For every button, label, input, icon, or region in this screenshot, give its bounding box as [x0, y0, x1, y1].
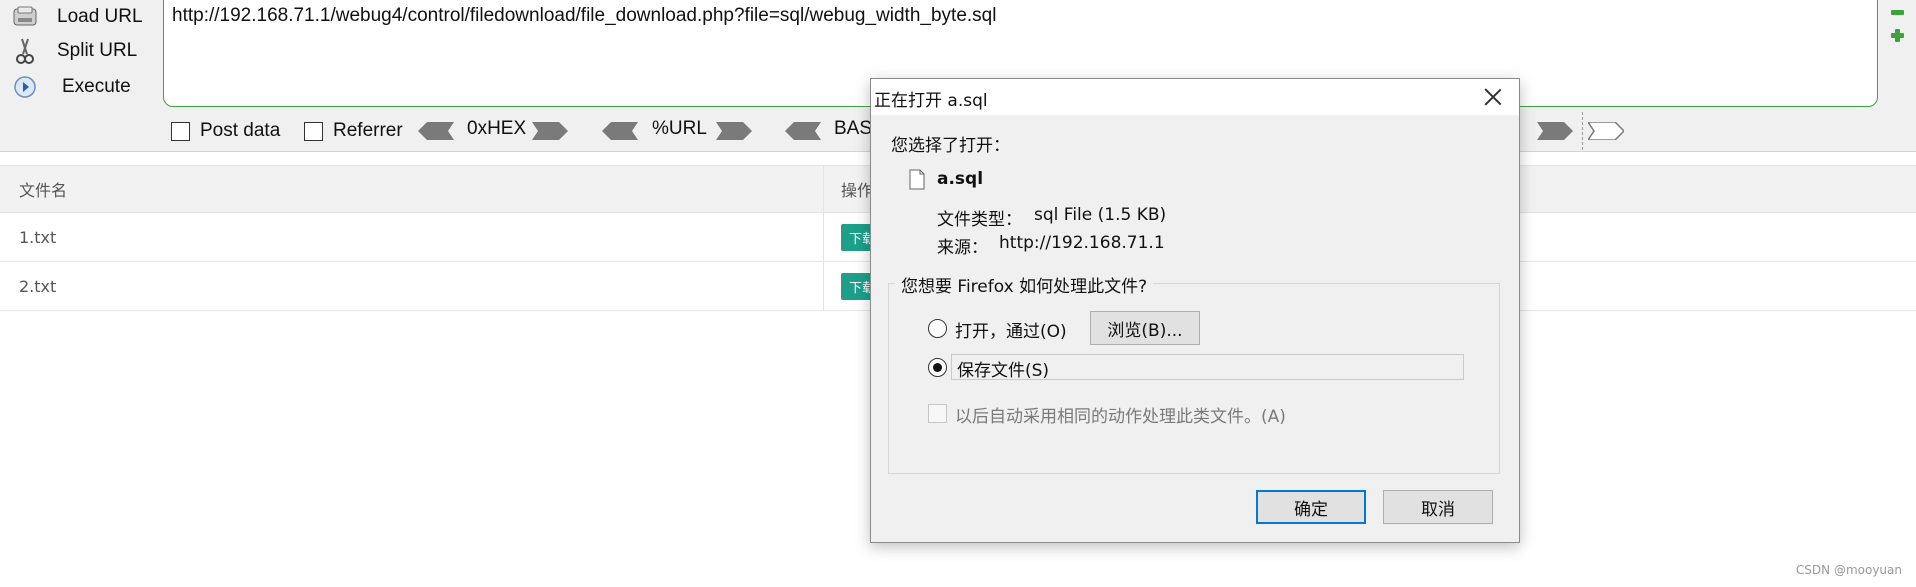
load-url-action[interactable]: Load URL [12, 0, 143, 34]
browse-button[interactable]: 浏览(B)... [1090, 311, 1200, 345]
more-arrow-icon[interactable] [1588, 122, 1624, 140]
post-data-label: Post data [200, 120, 281, 141]
source-value: http://192.168.71.1 [999, 233, 1165, 253]
execute-label: Execute [62, 76, 131, 97]
load-url-label: Load URL [57, 6, 143, 27]
auto-action-label: 以后自动采用相同的动作处理此类文件。(A) [955, 407, 1286, 427]
open-with-label: 打开，通过(O) [955, 322, 1067, 342]
file-icon [909, 169, 925, 190]
load-url-icon [12, 4, 38, 30]
scissors-icon [12, 38, 38, 64]
file-type-label: 文件类型： [937, 210, 1022, 230]
file-type-value: sql File (1.5 KB) [1034, 205, 1167, 225]
action-group-title: 您想要 Firefox 如何处理此文件? [895, 272, 1154, 297]
hex-decode-arrow-icon[interactable] [418, 122, 454, 140]
url-encode-arrow-icon[interactable] [716, 122, 752, 140]
base64-encoder-label: BAS [834, 118, 873, 139]
column-header-filename: 文件名 [19, 181, 68, 200]
dialog-intro-text: 您选择了打开： [891, 136, 1010, 156]
hex-encoder-label: 0xHEX [467, 118, 527, 139]
split-url-action[interactable]: Split URL [12, 34, 137, 68]
dialog-title-bar: 正在打开 a.sql [871, 79, 1519, 115]
referrer-label: Referrer [333, 120, 403, 141]
column-divider [823, 166, 824, 212]
hex-encode-arrow-icon[interactable] [532, 122, 568, 140]
base64-decode-arrow-icon[interactable] [785, 122, 821, 140]
column-header-action: 操作 [841, 181, 874, 200]
save-file-label[interactable]: 保存文件(S) [951, 354, 1464, 381]
url-encoder-label: %URL [652, 118, 707, 139]
open-with-radio[interactable] [928, 319, 947, 338]
encode-arrow-icon[interactable] [1537, 122, 1573, 140]
source-label: 来源： [937, 238, 988, 258]
ok-button[interactable]: 确定 [1256, 490, 1366, 524]
split-url-label: Split URL [57, 40, 138, 61]
column-divider [823, 262, 824, 310]
save-file-radio[interactable] [928, 358, 947, 377]
zoom-controls [1888, 4, 1910, 42]
play-icon [12, 74, 38, 100]
auto-action-checkbox[interactable] [928, 404, 947, 423]
column-divider [823, 213, 824, 261]
post-data-checkbox[interactable] [171, 121, 190, 141]
dialog-title: 正在打开 a.sql [874, 91, 988, 111]
referrer-checkbox[interactable] [304, 121, 323, 141]
file-name-cell: 2.txt [19, 276, 57, 296]
download-dialog: 正在打开 a.sql 您选择了打开： a.sql 文件类型： sql File … [870, 78, 1520, 543]
zoom-out-icon[interactable] [1891, 10, 1904, 15]
cancel-button[interactable]: 取消 [1383, 490, 1493, 524]
referrer-option[interactable]: Referrer [304, 118, 403, 144]
url-decode-arrow-icon[interactable] [602, 122, 638, 140]
zoom-in-icon[interactable] [1891, 29, 1904, 42]
file-name: a.sql [937, 169, 984, 189]
execute-action[interactable]: Execute [12, 70, 131, 104]
toolbar-separator [1582, 112, 1583, 150]
file-name-cell: 1.txt [19, 227, 57, 247]
close-icon[interactable] [1481, 85, 1505, 109]
post-data-option[interactable]: Post data [171, 118, 280, 144]
csdn-watermark: CSDN @mooyuan [1795, 563, 1902, 577]
